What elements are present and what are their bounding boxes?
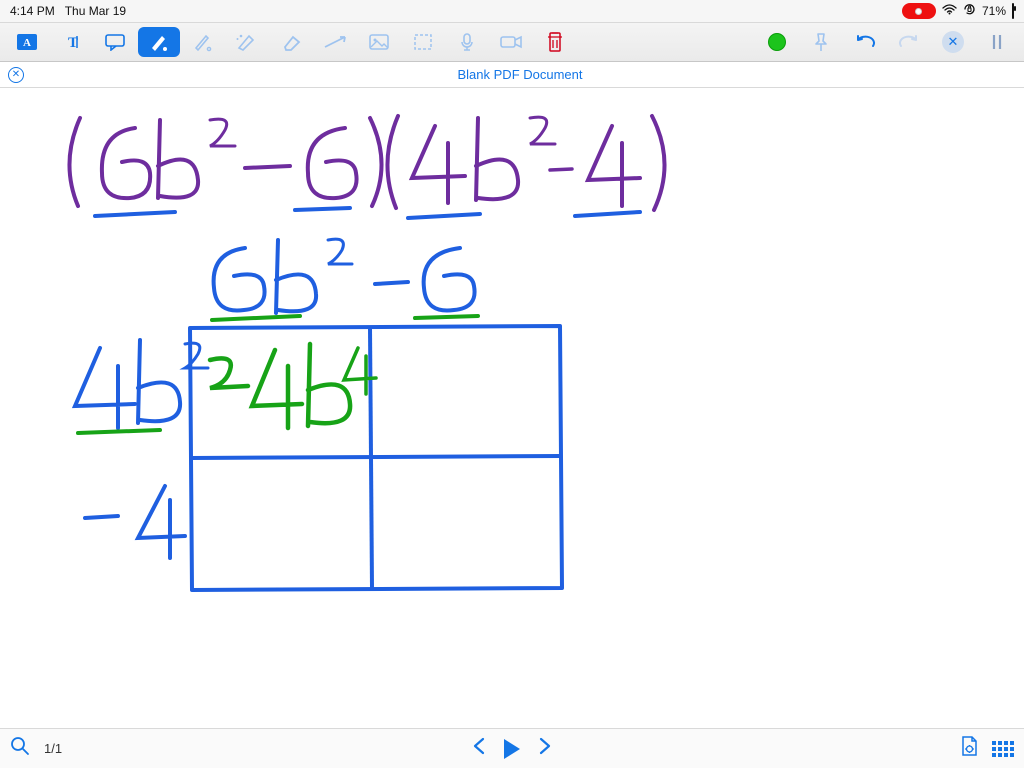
battery-pct: 71% <box>982 4 1006 18</box>
green-dot-icon <box>768 33 786 51</box>
close-icon: ✕ <box>942 31 964 53</box>
toolbar: A T ✕ <box>0 22 1024 62</box>
wifi-icon <box>942 4 957 18</box>
status-time: 4:14 PM <box>10 4 55 18</box>
tool-eraser[interactable] <box>270 27 312 57</box>
status-left: 4:14 PM Thu Mar 19 <box>10 4 126 18</box>
tool-mic[interactable] <box>446 27 488 57</box>
close-tool-button[interactable]: ✕ <box>932 27 974 57</box>
tool-video[interactable] <box>490 27 532 57</box>
handwriting-layer <box>0 88 1024 728</box>
prev-page-button[interactable] <box>472 737 486 760</box>
page-nav <box>472 737 552 760</box>
svg-text:A: A <box>23 37 31 49</box>
close-document-button[interactable]: ✕ <box>8 67 24 83</box>
bottom-bar: 1/1 <box>0 728 1024 768</box>
page-settings-button[interactable] <box>960 735 978 762</box>
status-bar: 4:14 PM Thu Mar 19 71% <box>0 0 1024 22</box>
status-date: Thu Mar 19 <box>65 4 126 18</box>
orientation-lock-icon <box>963 3 976 19</box>
search-button[interactable] <box>10 736 30 761</box>
undo-button[interactable] <box>844 27 886 57</box>
tool-comment[interactable] <box>94 27 136 57</box>
tool-textbox[interactable]: A <box>6 27 48 57</box>
color-indicator[interactable] <box>756 27 798 57</box>
document-titlebar: ✕ Blank PDF Document <box>0 62 1024 88</box>
tool-image[interactable] <box>358 27 400 57</box>
document-title: Blank PDF Document <box>458 67 583 82</box>
battery-icon <box>1012 4 1014 18</box>
tool-pen[interactable] <box>138 27 180 57</box>
tool-type[interactable]: T <box>50 27 92 57</box>
canvas[interactable] <box>0 88 1024 728</box>
play-button[interactable] <box>504 739 520 759</box>
next-page-button[interactable] <box>538 737 552 760</box>
grid-icon <box>992 741 1014 757</box>
pause-button[interactable] <box>976 27 1018 57</box>
status-right: 71% <box>902 3 1014 19</box>
thumbnails-button[interactable] <box>992 741 1014 757</box>
tool-select[interactable] <box>402 27 444 57</box>
tool-pen-thin[interactable] <box>182 27 224 57</box>
tool-line[interactable] <box>314 27 356 57</box>
page-indicator: 1/1 <box>44 741 62 756</box>
tool-pin[interactable] <box>800 27 842 57</box>
tool-trash[interactable] <box>534 27 576 57</box>
redo-button[interactable] <box>888 27 930 57</box>
tool-highlighter[interactable] <box>226 27 268 57</box>
record-indicator-icon <box>902 3 936 19</box>
